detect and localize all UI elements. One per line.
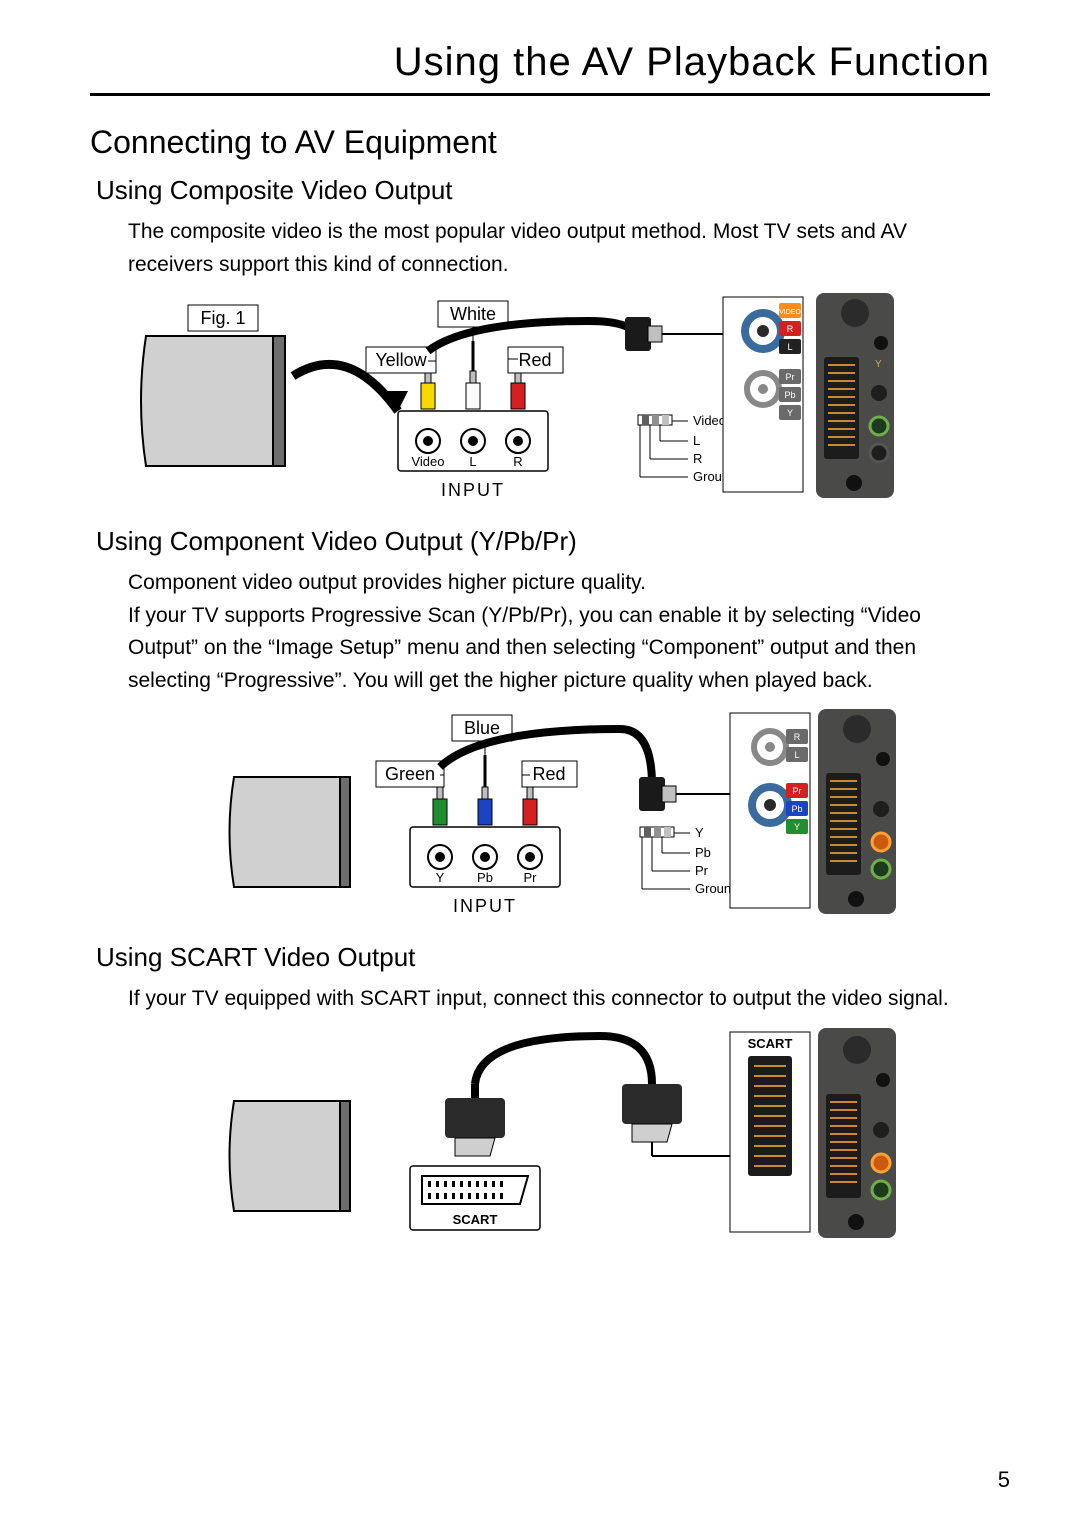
figure-component: Y Pb Pr INPUT Blue xyxy=(220,707,990,922)
svg-text:Pb: Pb xyxy=(784,390,795,400)
svg-text:Y: Y xyxy=(695,825,704,840)
section-heading: Connecting to AV Equipment xyxy=(90,124,990,161)
svg-text:Y: Y xyxy=(787,408,793,418)
jack-label-l: L xyxy=(469,454,476,469)
svg-text:L: L xyxy=(794,750,799,760)
white-label: White xyxy=(450,304,496,324)
svg-text:R: R xyxy=(787,324,794,334)
svg-text:Y: Y xyxy=(875,359,882,370)
svg-text:Pb: Pb xyxy=(695,845,711,860)
svg-text:Pr: Pr xyxy=(786,372,795,382)
red-label: Red xyxy=(532,764,565,784)
red-label: Red xyxy=(518,350,551,370)
svg-text:L: L xyxy=(787,342,792,352)
tv-icon xyxy=(230,777,351,887)
jack-label-pr: Pr xyxy=(524,870,538,885)
minijack-breakout: Y Pb Pr Ground xyxy=(640,825,738,896)
svg-text:VIDEO: VIDEO xyxy=(779,309,801,316)
scart-jack-label: SCART xyxy=(453,1212,498,1227)
svg-text:Pr: Pr xyxy=(793,786,802,796)
subsection-component-heading: Using Component Video Output (Y/Pb/Pr) xyxy=(96,526,990,557)
svg-text:Pr: Pr xyxy=(695,863,709,878)
svg-text:Video: Video xyxy=(693,413,726,428)
figure-scart: SCART SCART xyxy=(220,1026,990,1246)
component-paragraph: Component video output provides higher p… xyxy=(128,567,990,697)
svg-text:Pb: Pb xyxy=(791,804,802,814)
svg-text:L: L xyxy=(693,433,700,448)
jack-label-video: Video xyxy=(411,454,444,469)
tv-icon xyxy=(141,336,285,466)
minijack-breakout: Video L R Ground xyxy=(638,413,736,484)
figure-composite: Video L R INPUT Fig. 1 xyxy=(128,291,990,506)
svg-text:Y: Y xyxy=(794,822,800,832)
page-number: 5 xyxy=(998,1467,1010,1493)
manual-page: Using the AV Playback Function Connectin… xyxy=(0,0,1080,1533)
subsection-composite-heading: Using Composite Video Output xyxy=(96,175,990,206)
jack-label-pb: Pb xyxy=(477,870,493,885)
fig-label: Fig. 1 xyxy=(200,308,245,328)
svg-text:R: R xyxy=(693,451,702,466)
svg-text:R: R xyxy=(794,732,801,742)
yellow-label: Yellow xyxy=(375,350,427,370)
page-title: Using the AV Playback Function xyxy=(90,40,990,96)
blue-label: Blue xyxy=(464,718,500,738)
input-label: INPUT xyxy=(453,896,517,916)
rca-blue-plug-icon xyxy=(478,755,492,825)
tv-icon xyxy=(230,1101,351,1211)
scart-paragraph: If your TV equipped with SCART input, co… xyxy=(128,983,990,1016)
scart-plug-icon xyxy=(622,1084,682,1142)
subsection-scart-heading: Using SCART Video Output xyxy=(96,942,990,973)
input-label: INPUT xyxy=(441,480,505,500)
composite-paragraph: The composite video is the most popular … xyxy=(128,216,990,281)
device-unit-icon xyxy=(818,1028,896,1238)
scart-plug-icon xyxy=(445,1084,505,1156)
rca-white-plug-icon xyxy=(466,341,480,409)
device-unit-icon xyxy=(818,709,896,914)
jack-label-y: Y xyxy=(436,870,445,885)
device-unit-icon: Y xyxy=(816,293,894,498)
scart-port-label: SCART xyxy=(748,1036,793,1051)
jack-label-r: R xyxy=(513,454,522,469)
green-label: Green xyxy=(385,764,435,784)
